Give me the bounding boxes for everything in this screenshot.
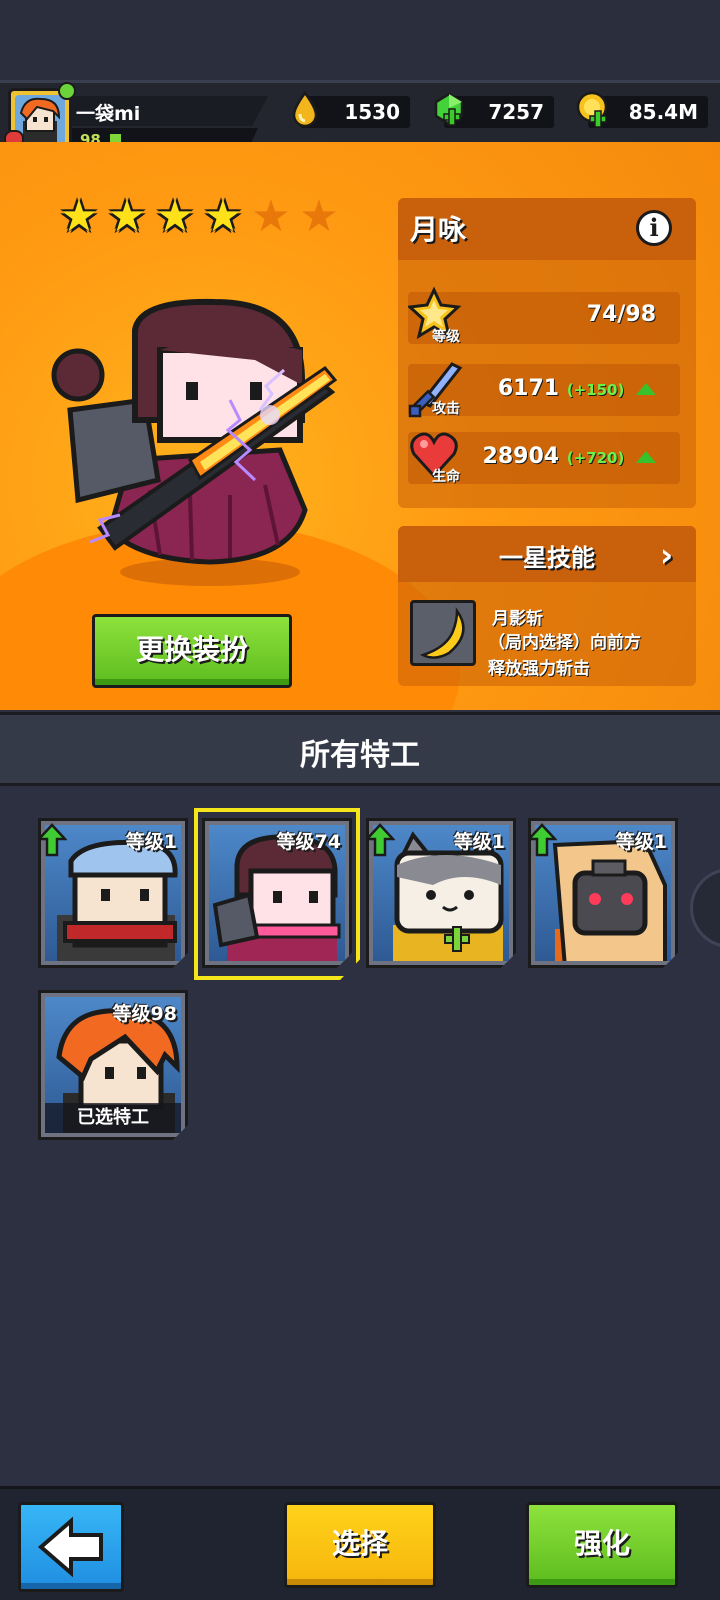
attack-number: 6171 [497,376,560,401]
skill-icon[interactable] [410,600,476,666]
agent-name: 月咏 [410,213,467,246]
hp-number: 28904 [482,444,560,469]
change-outfit-button[interactable]: 更换装扮 [92,614,292,688]
info-button[interactable]: i [636,210,672,246]
upgrade-arrow-icon [528,823,557,857]
roster-title: 所有特工 [300,738,420,773]
attack-increase-arrow-icon [636,383,656,395]
green-gem-icon [434,92,464,126]
chevron-right-icon[interactable]: › [660,536,673,574]
agent-card-in-use[interactable]: 等级98 已选特工 [38,990,188,1140]
stat-level: 等级 74/98 [408,286,680,345]
agent-card[interactable]: 等级1 [366,818,516,968]
select-button[interactable]: 选择 [284,1502,436,1588]
level-value: 74/98 [586,302,656,327]
attack-label: 攻击 [432,401,460,417]
attack-value: 6171 (+150) [498,376,656,401]
skill-description: （局内选择）向前方 释放强力斩击 [488,630,688,682]
hp-increase-arrow-icon [636,451,656,463]
gold-resource[interactable]: 85.4M [576,91,708,128]
top-strip [0,0,720,80]
gold-coin-icon [576,91,608,128]
agent-card[interactable]: 等级1 [528,818,678,968]
stat-attack: 攻击 6171 (+150) [408,362,680,418]
level-label: 等级 [432,329,460,345]
player-name: 一袋mi [76,103,141,125]
agent-level: 等级98 [112,1003,177,1025]
hp-bonus: (+720) [566,449,625,467]
info-icon: i [649,213,659,242]
skill-name: 月影斩 [492,609,543,629]
agent-level: 等级1 [125,831,177,853]
hp-value: 28904 (+720) [483,444,656,469]
star-rating: ★ ★ ★ ★ ★ ★ [58,191,340,242]
star-empty-icon: ★ [251,191,291,242]
attack-bonus: (+150) [566,381,625,399]
gem-resource[interactable]: 7257 [434,92,554,128]
star-filled-icon: ★ [203,191,243,242]
back-button[interactable] [18,1502,124,1592]
star-filled-icon: ★ [59,191,99,242]
star-filled-icon: ★ [107,191,147,242]
upgrade-arrow-icon [38,823,67,857]
oil-resource: 1530 [292,90,410,128]
agent-character-art [51,298,338,586]
agent-level: 等级1 [453,831,505,853]
crescent-slash-icon [419,607,465,659]
upgrade-arrow-icon [366,823,395,857]
oil-value: 1530 [344,100,400,124]
star-empty-icon: ★ [299,191,339,242]
upgrade-button[interactable]: 强化 [526,1502,678,1588]
gem-value: 7257 [488,100,544,124]
star-filled-icon: ★ [155,191,195,242]
in-use-tag: 已选特工 [45,1103,181,1133]
skill-description-line: 释放强力斩击 [488,659,590,679]
stat-hp: 生命 28904 (+720) [408,432,680,485]
agent-card[interactable]: 等级1 [38,818,188,968]
hp-label: 生命 [432,469,460,485]
skill-header-title: 一星技能 [499,544,595,572]
oil-drop-icon [292,90,318,128]
current-selection-frame [194,808,360,980]
arrow-left-icon [37,1516,103,1578]
agent-level: 等级1 [615,831,667,853]
skill-description-line: （局内选择）向前方 [488,633,641,653]
gold-value: 85.4M [628,100,698,124]
